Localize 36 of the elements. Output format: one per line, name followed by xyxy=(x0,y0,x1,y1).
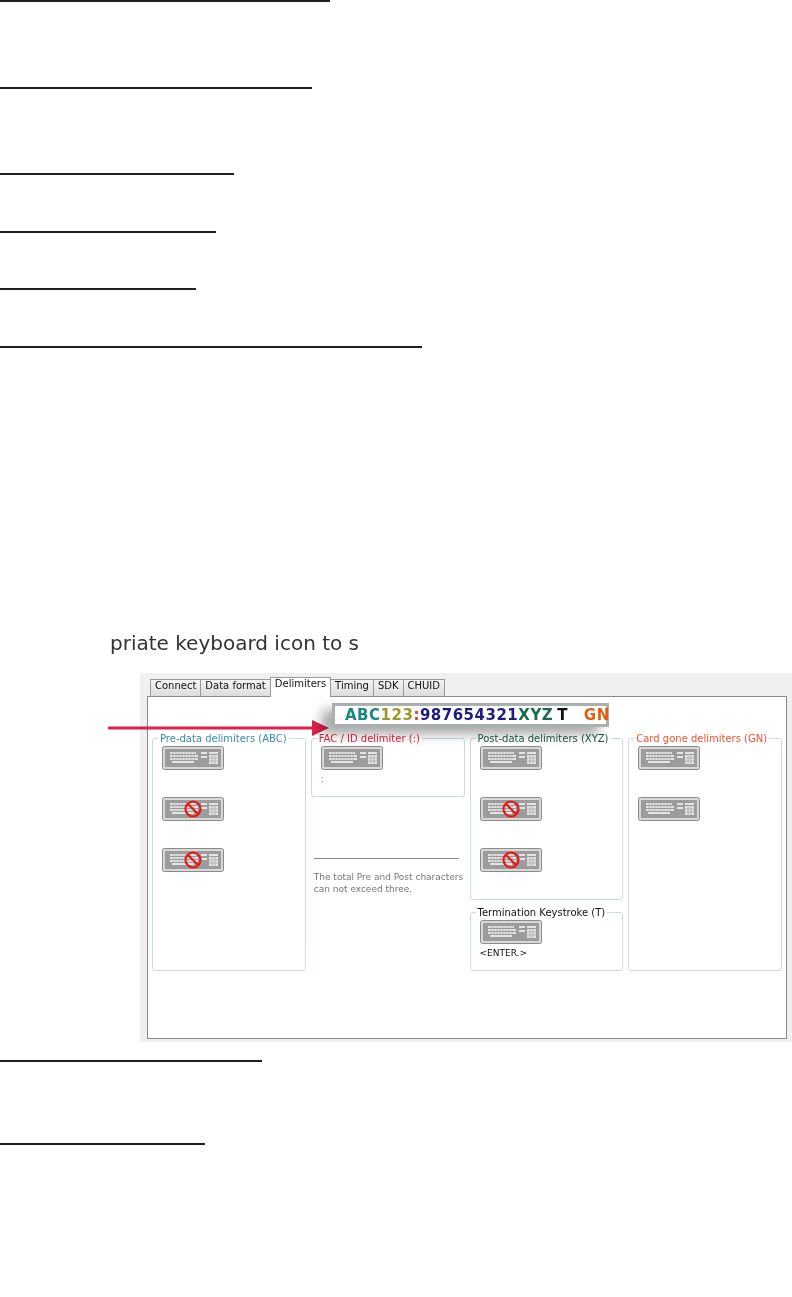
group-title: Termination Keystroke (T) xyxy=(476,907,607,918)
prohibited-icon xyxy=(184,851,202,869)
preview-text: XYZ xyxy=(518,706,554,724)
keyboard-button[interactable] xyxy=(479,920,542,944)
note-text: The total Pre and Post characters can not exceed three. xyxy=(313,871,465,895)
keyboard-button[interactable] xyxy=(162,797,224,821)
keyboard-button[interactable] xyxy=(162,746,224,770)
preview-text: ABC xyxy=(345,706,381,724)
tab[interactable]: Delimiters xyxy=(269,677,332,697)
keyboard-button[interactable] xyxy=(320,746,383,770)
preview-text: 123 xyxy=(380,706,414,724)
tab[interactable]: Connect xyxy=(150,679,202,696)
prohibited-icon xyxy=(501,851,520,869)
delimiter-value: : xyxy=(320,774,325,784)
group-title: Pre-data delimiters (ABC) xyxy=(159,733,288,744)
delimiter-value: <ENTER.> xyxy=(479,948,528,958)
keyboard-button[interactable] xyxy=(638,746,701,770)
preview-text: 987654321 xyxy=(419,706,519,724)
keyboard-button[interactable] xyxy=(479,797,542,821)
group-title: Post-data delimiters (XYZ) xyxy=(476,733,610,744)
preview-text: GN xyxy=(583,706,610,724)
preview-text: : xyxy=(413,706,420,724)
prohibited-icon xyxy=(184,800,202,818)
tab[interactable]: SDK xyxy=(372,679,404,696)
tab[interactable]: CHUID xyxy=(402,679,445,696)
keyboard-button[interactable] xyxy=(479,746,542,770)
keyboard-button[interactable] xyxy=(479,848,542,872)
tab[interactable]: Timing xyxy=(330,679,374,696)
preview-text: T xyxy=(557,706,568,724)
caption-text: priate keyboard icon to s xyxy=(110,630,360,656)
group-title: Card gone delimiters (GN) xyxy=(635,733,769,744)
keyboard-button[interactable] xyxy=(638,797,701,821)
tab[interactable]: Data format xyxy=(200,679,271,696)
prohibited-icon xyxy=(501,800,520,818)
keyboard-button[interactable] xyxy=(162,848,224,872)
group-title: FAC / ID delimiter (:) xyxy=(317,733,421,744)
